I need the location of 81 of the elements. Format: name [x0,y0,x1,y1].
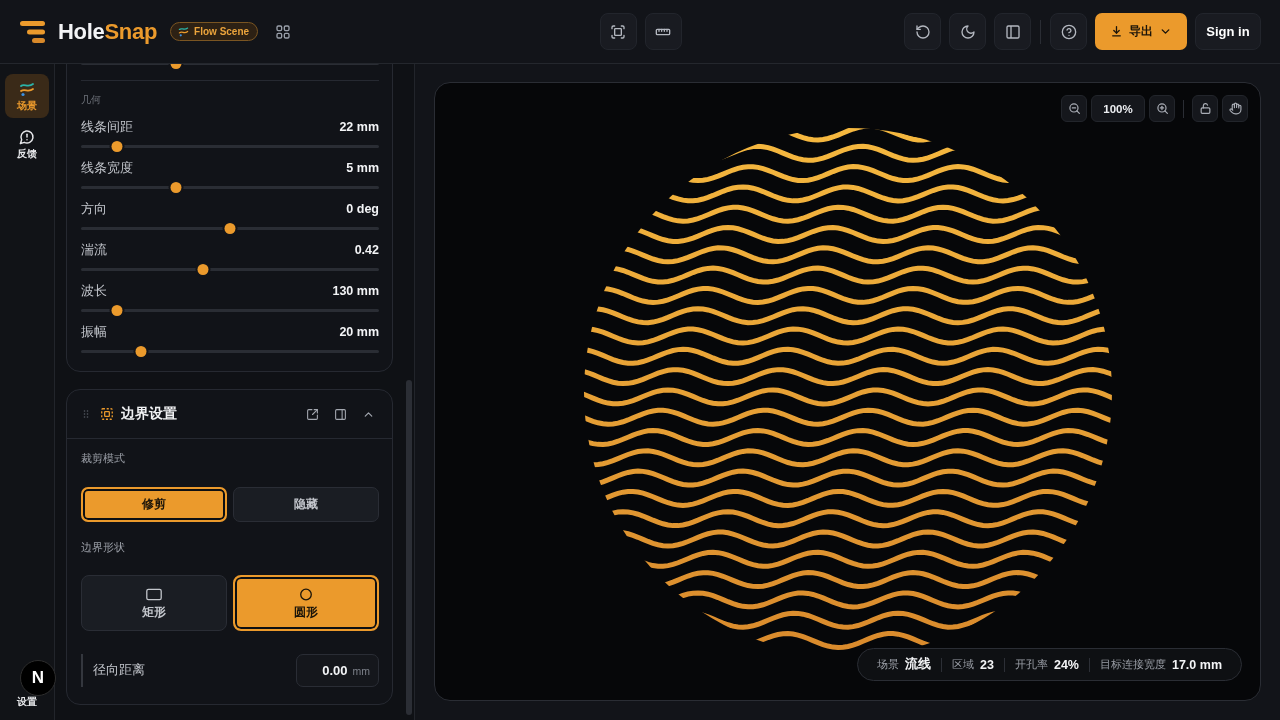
slider-label: 方向 [81,201,107,217]
split-panel-icon [333,407,347,421]
slider-label: 线条间距 [81,119,133,135]
slider-thumb[interactable] [135,346,147,357]
status-value: 23 [980,657,994,672]
shape-option[interactable]: 矩形 [81,575,227,631]
flow-icon [19,80,35,97]
field-label: 边界形状 [81,541,126,554]
rotate-left-icon [914,23,931,40]
slider-thumb[interactable] [197,264,209,275]
panel-toggle-button[interactable] [994,13,1031,50]
status-label: 目标连接宽度 [1099,657,1166,672]
message-alert-icon [19,128,35,145]
slider-track[interactable] [81,182,379,193]
slider-track[interactable] [81,264,379,275]
slider-thumb[interactable] [111,141,123,152]
slider-value: 5 mm [346,160,379,176]
logo-icon [20,20,45,43]
pan-button[interactable] [1222,95,1248,122]
slider-value: 0.42 [354,242,379,258]
rectangle-icon [146,587,162,601]
zoom-out-button[interactable] [1061,95,1087,122]
status-value: 流线 [905,656,932,673]
slider-label: 振幅 [81,324,107,340]
radial-distance-field[interactable]: 0.00 mm [296,654,379,687]
zoom-out-icon [1067,102,1081,115]
rail-item[interactable]: 设置 [17,696,37,708]
export-button[interactable]: 导出 [1095,13,1187,50]
help-icon [1060,23,1077,40]
status-label: 场景 [877,657,900,672]
status-value: 24% [1053,657,1079,672]
status-value: 17.0 mm [1171,657,1222,672]
reset-button[interactable] [904,13,941,50]
slider-track[interactable] [81,305,379,316]
slider-label: 湍流 [81,242,107,258]
slider-value: 20 mm [339,324,379,340]
scrollbar-thumb[interactable] [406,380,412,715]
slider-track[interactable] [81,141,379,152]
fit-view-button[interactable] [599,13,637,50]
drag-handle-icon[interactable] [83,409,89,419]
boundary-icon [100,407,114,421]
status-label: 区域 [952,657,975,672]
clip-mode-option[interactable]: 修剪 [81,487,227,522]
clip-mode-option[interactable]: 隐藏 [233,487,379,522]
slider-track[interactable] [81,223,379,234]
zoom-level-button[interactable]: 100% [1091,95,1145,122]
external-link-icon [305,407,319,421]
download-icon [1110,25,1123,38]
rail-item[interactable]: 反馈 [5,122,49,166]
slider-track[interactable] [81,346,379,357]
slider-value: 130 mm [332,283,379,299]
lock-button[interactable] [1192,95,1218,122]
app-title: HoleSnap [58,18,158,45]
field-label: 径向距离 [93,662,145,679]
scan-frame-icon [610,23,626,40]
hand-icon [1228,102,1242,115]
theme-button[interactable] [949,13,986,50]
slider-thumb[interactable] [170,182,182,193]
slider-value: 22 mm [339,119,379,135]
rail-item[interactable]: 场景 [5,74,49,118]
sign-in-button[interactable]: Sign in [1195,13,1261,50]
grid-icon[interactable] [275,23,292,40]
circle-icon [298,587,314,601]
slider-label: 线条宽度 [81,160,133,176]
status-label: 开孔率 [1014,657,1048,672]
slider-thumb[interactable] [224,223,236,234]
slider-value: 0 deg [346,201,379,217]
slider-label: 波长 [81,283,107,299]
zoom-in-icon [1155,102,1169,115]
section-heading: 几何 [81,93,102,107]
measure-button[interactable] [644,13,682,50]
moon-icon [959,23,976,40]
flow-icon [178,26,190,37]
help-button[interactable] [1050,13,1087,50]
sidebar-icon [1004,23,1021,40]
zoom-in-button[interactable] [1149,95,1175,122]
scene-name: Flow Scene [194,26,250,37]
field-label: 裁剪模式 [81,452,126,465]
shape-option[interactable]: 圆形 [233,575,379,631]
slider-thumb[interactable] [111,305,123,316]
card-title: 边界设置 [121,405,177,423]
